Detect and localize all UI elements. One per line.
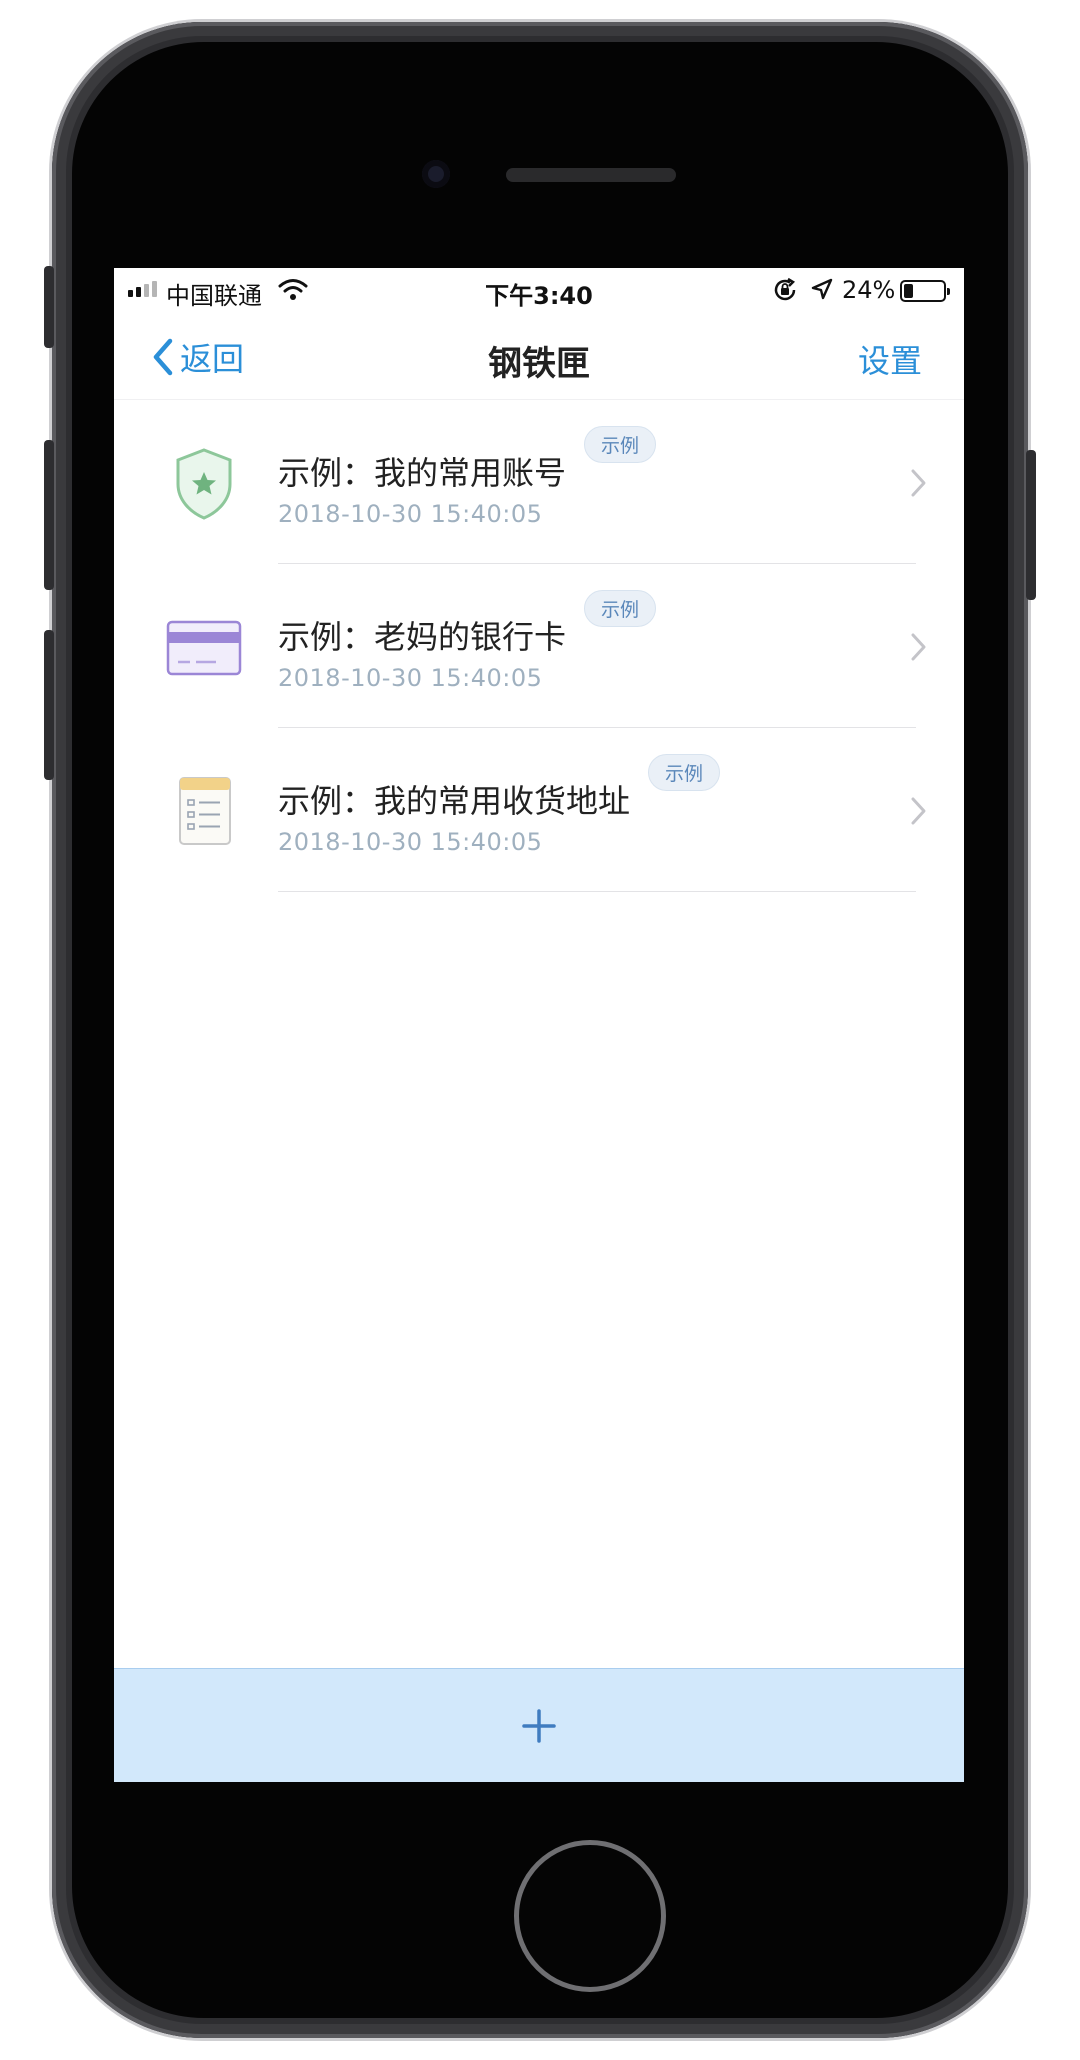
power-button — [1026, 450, 1036, 600]
example-tag: 示例 — [584, 426, 657, 463]
item-title: 示例：我的常用账号示例 — [278, 426, 657, 494]
example-tag: 示例 — [584, 590, 657, 627]
battery-icon — [900, 280, 950, 302]
page-title: 钢铁匣 — [488, 344, 590, 384]
front-camera — [422, 160, 450, 188]
item-list: 示例：我的常用账号示例 2018-10-30 15:40:05 示例：老妈的银行… — [114, 400, 964, 892]
chevron-right-icon — [911, 633, 926, 661]
example-tag: 示例 — [648, 754, 721, 791]
status-time: 下午3:40 — [485, 282, 593, 310]
item-date: 2018-10-30 15:40:05 — [278, 828, 543, 856]
earpiece-speaker — [506, 168, 676, 182]
app-screen: 中国联通 下午3:40 24% 返回 钢铁匣 设置 示例：我的常用账号示例 20… — [114, 268, 964, 1782]
volume-down-button — [44, 630, 54, 780]
navigation-bar: 返回 钢铁匣 设置 — [114, 312, 964, 400]
shield-icon — [176, 448, 232, 520]
item-date: 2018-10-30 15:40:05 — [278, 500, 543, 528]
status-bar: 中国联通 下午3:40 24% — [114, 268, 964, 312]
item-title: 示例：老妈的银行卡示例 — [278, 590, 657, 658]
notepad-icon — [179, 777, 231, 845]
settings-button[interactable]: 设置 — [858, 336, 922, 382]
list-item[interactable]: 示例：我的常用收货地址示例 2018-10-30 15:40:05 — [114, 728, 964, 892]
add-item-button[interactable] — [114, 1668, 964, 1782]
mute-switch — [44, 266, 54, 348]
chevron-right-icon — [911, 469, 926, 497]
location-arrow-icon — [811, 278, 833, 300]
chevron-right-icon — [911, 797, 926, 825]
home-button[interactable] — [514, 1840, 666, 1992]
plus-icon — [522, 1709, 556, 1743]
list-item[interactable]: 示例：我的常用账号示例 2018-10-30 15:40:05 — [114, 400, 964, 564]
item-date: 2018-10-30 15:40:05 — [278, 664, 543, 692]
volume-up-button — [44, 440, 54, 590]
bank-card-icon — [166, 620, 242, 676]
item-title: 示例：我的常用收货地址示例 — [278, 754, 721, 822]
battery-percent: 24% — [842, 276, 896, 304]
rotation-lock-icon — [774, 277, 796, 301]
list-item[interactable]: 示例：老妈的银行卡示例 2018-10-30 15:40:05 — [114, 564, 964, 728]
divider — [278, 891, 916, 892]
